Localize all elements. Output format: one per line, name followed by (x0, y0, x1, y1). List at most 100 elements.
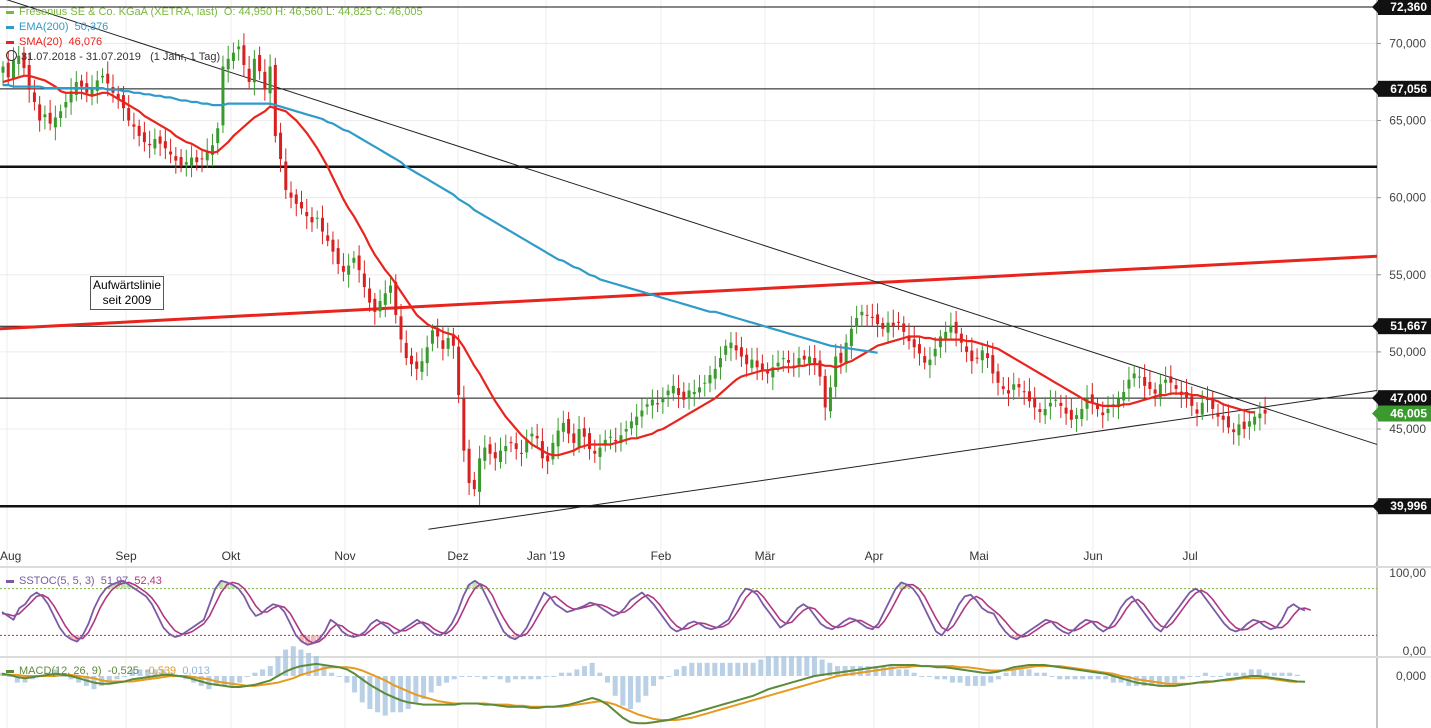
price-label-text: 51,667 (1390, 319, 1427, 333)
macd-histogram-bar (543, 676, 549, 677)
candle-body (1137, 376, 1141, 378)
candle-body (373, 298, 377, 312)
candle-body (986, 353, 990, 359)
macd-histogram-bar (857, 666, 863, 676)
candle-body (420, 361, 424, 372)
annotation-box: Aufwärtslinie seit 2009 (90, 276, 164, 310)
candle-body (849, 328, 853, 347)
candle-body (844, 342, 848, 365)
candle-body (755, 360, 759, 368)
macd-histogram-bar (467, 676, 473, 677)
candle-body (1, 66, 5, 73)
candle-body (818, 360, 822, 377)
candle-body (750, 359, 754, 368)
macd-histogram-bar (620, 676, 626, 706)
macd-histogram-bar (788, 656, 794, 676)
candle-body (383, 293, 387, 305)
macd-histogram-bar (566, 672, 572, 676)
macd-histogram-bar (804, 656, 810, 676)
candle-body (802, 355, 806, 360)
candle-body (1148, 381, 1152, 389)
y-tick-label: 70,000 (1389, 36, 1426, 50)
candle-body (739, 347, 743, 357)
stoch-k-value: 51,97 (100, 575, 129, 587)
candle-body (1006, 390, 1010, 394)
macd-histogram-bar (589, 662, 595, 676)
macd-histogram-bar (1003, 672, 1009, 676)
candle-body (1247, 421, 1251, 427)
candle-body (514, 443, 518, 450)
macd-histogram-bar (1133, 676, 1139, 686)
stoch-swatch (6, 579, 14, 583)
candle-body (310, 217, 314, 223)
candle-body (336, 248, 340, 264)
candle-body (1033, 397, 1037, 408)
candle-body (608, 436, 612, 438)
macd-histogram-bar (1049, 676, 1055, 677)
macd-histogram-bar (1018, 669, 1024, 676)
candle-body (650, 399, 654, 406)
candle-body (153, 139, 157, 149)
candle-body (1059, 402, 1063, 406)
candle-body (184, 162, 188, 165)
candle-body (797, 358, 801, 365)
candle-body (970, 350, 974, 362)
candle-body (546, 455, 550, 462)
x-tick-label: Jan '19 (527, 549, 566, 563)
candle-body (1143, 376, 1147, 386)
candle-body (1237, 424, 1241, 436)
candle-body (48, 112, 52, 124)
macd-histogram-bar (252, 672, 258, 676)
price-label: 46,005 (1372, 405, 1431, 422)
candle-body (179, 156, 183, 166)
panel-separator (0, 566, 1431, 568)
candle-body (1017, 384, 1021, 388)
legend-period: 31.07.2018 - 31.07.2019 (1 Jahr, 1 Tag) (6, 50, 423, 65)
legend-interval: (1 Jahr, 1 Tag) (150, 51, 221, 63)
macd-histogram-bar (1241, 672, 1247, 676)
candle-body (1164, 379, 1168, 383)
macd-histogram-bar (781, 656, 787, 676)
macd-histogram-bar (298, 649, 304, 676)
candle-body (860, 311, 864, 316)
macd-histogram-bar (750, 662, 756, 676)
candle-body (462, 398, 466, 451)
stoch-d-value: 52,43 (134, 575, 162, 587)
candle-body (614, 439, 618, 442)
candle-body (661, 398, 665, 403)
candle-body (729, 342, 733, 349)
candle-body (933, 348, 937, 357)
candle-body (1263, 409, 1267, 414)
candle-body (807, 356, 811, 363)
macd-histogram-bar (1294, 674, 1300, 676)
candle-body (263, 71, 267, 90)
candle-body (409, 355, 413, 365)
price-label: 51,667 (1372, 318, 1431, 335)
candle-body (1106, 408, 1110, 414)
candle-body (656, 403, 660, 405)
candle-body (1001, 386, 1005, 389)
macd-histogram-bar (551, 676, 557, 677)
macd-histogram-bar (911, 672, 917, 676)
macd-histogram-bar (536, 676, 542, 680)
candle-body (1038, 409, 1042, 413)
candle-body (132, 124, 136, 127)
candle-body (53, 117, 57, 128)
candle-body (483, 447, 487, 461)
candle-body (1200, 402, 1204, 415)
macd-histogram-bar (957, 676, 963, 683)
candle-body (928, 359, 932, 366)
candle-body (891, 322, 895, 326)
macd-histogram-bar (1041, 672, 1047, 676)
macd-histogram-bar (988, 676, 994, 683)
legend-period-range: 31.07.2018 - 31.07.2019 (21, 51, 141, 63)
candle-body (1043, 408, 1047, 416)
macd-histogram-bar (742, 662, 748, 676)
candle-body (284, 161, 288, 190)
candle-body (865, 314, 869, 316)
macd-histogram-bar (444, 676, 450, 683)
candle-body (499, 450, 503, 463)
macd-histogram-bar (413, 676, 419, 703)
candle-body (593, 450, 597, 454)
candle-body (163, 141, 167, 149)
